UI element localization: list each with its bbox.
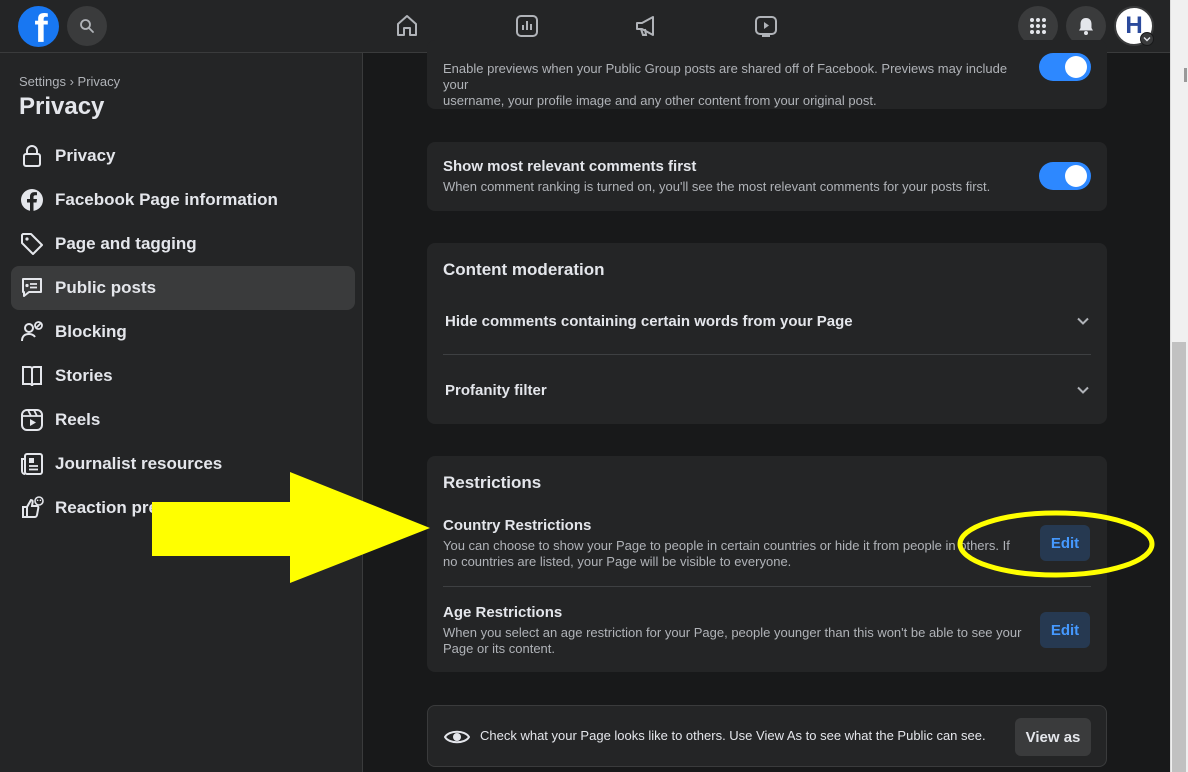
yellow-arrow: [152, 472, 430, 583]
yellow-highlight-ellipse: [957, 510, 1155, 578]
annotation-overlay: [152, 472, 1155, 583]
